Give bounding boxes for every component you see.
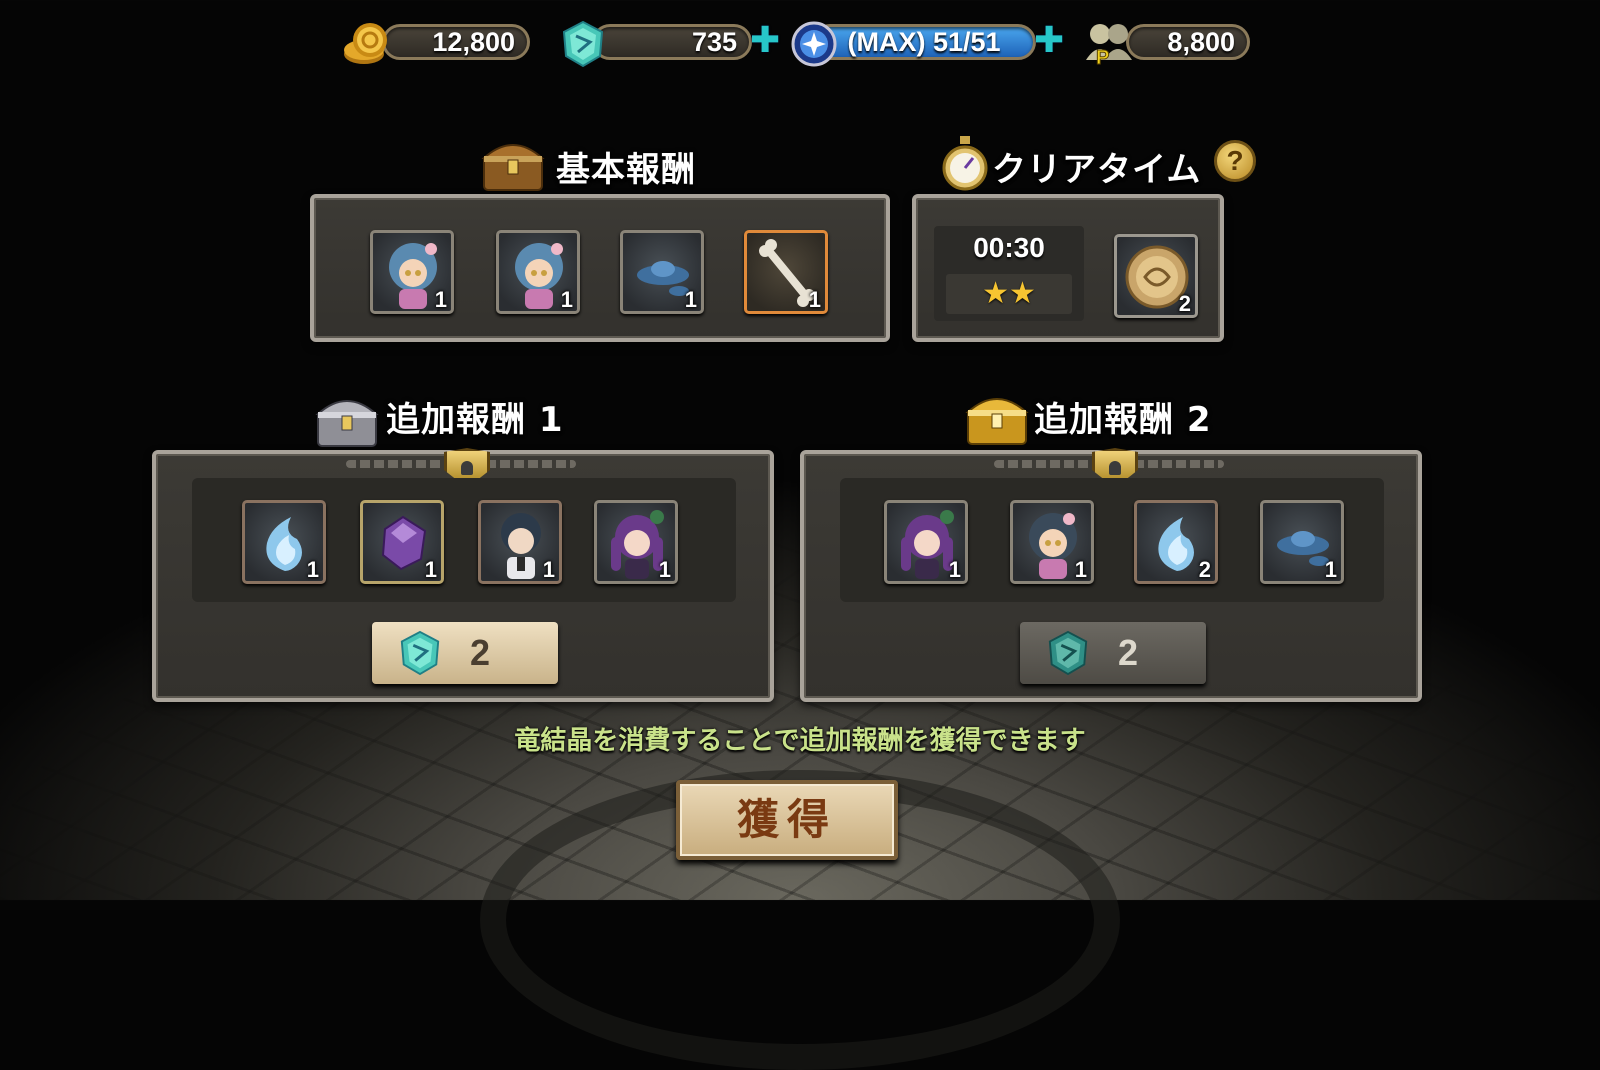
reward-slot[interactable]: 1 [884,500,968,584]
item-quantity: 1 [560,287,573,312]
clear-rank-stars: ★★ [946,274,1072,314]
gold-coins-icon [344,23,387,64]
acquire-button[interactable]: 獲得 [676,780,898,860]
reward-slot[interactable]: 1 [744,230,828,314]
extra-reward-2-panel: 1 1 2 1 2 [800,448,1422,702]
cost-value: 2 [469,632,491,673]
extra-reward-1-items: 1 1 1 1 [192,478,736,602]
reward-slot[interactable]: 1 [242,500,326,584]
basic-reward-title: 基本報酬 [556,150,696,190]
stamina-orb-icon [791,21,837,67]
points-value: 8,800 [1126,24,1250,60]
item-quantity: 1 [424,557,437,582]
info-message: 竜結晶を消費することで追加報酬を獲得できます [514,726,1086,756]
add-crystal-button[interactable]: ✚ [750,23,780,59]
stamina-counter: (MAX) 51/51 ✚ [790,20,1070,67]
extra-reward-1-cost-button[interactable]: 2 [372,622,558,684]
item-quantity: 1 [1324,557,1337,582]
clear-time-box: 00:30 ★★ [934,226,1084,321]
extra-reward-2-cost-button[interactable]: 2 [1020,622,1206,684]
crystal-value: 735 [592,24,752,60]
reward-slot[interactable]: 1 [1260,500,1344,584]
item-quantity: 1 [658,557,671,582]
extra-reward-1-title: 追加報酬 1 [386,400,564,440]
item-quantity: 1 [684,287,697,312]
points-counter: 8,800 P [1082,20,1252,68]
reward-slot[interactable]: 1 [360,500,444,584]
clear-time-panel: 00:30 ★★ 2 [912,194,1224,342]
stopwatch-icon [942,136,988,191]
add-stamina-button[interactable]: ✚ [1034,23,1064,59]
gold-chest-icon [965,398,1029,445]
clear-time-value: 00:30 [973,232,1045,263]
dragon-crystal-icon [562,20,604,68]
points-badge-text: P [1096,47,1109,68]
gold-counter: 12,800 [340,20,540,64]
reward-slot[interactable]: 2 [1114,234,1198,318]
dragon-crystal-icon [1048,630,1088,676]
item-quantity: 2 [1198,557,1211,582]
dragon-crystal-icon [400,630,440,676]
cost-value: 2 [1117,632,1139,673]
item-quantity: 1 [306,557,319,582]
extra-reward-2-title: 追加報酬 2 [1034,400,1212,440]
friend-points-icon: P [1086,24,1132,68]
item-quantity: 1 [434,287,447,312]
item-quantity: 1 [542,557,555,582]
reward-slot[interactable]: 1 [620,230,704,314]
help-button[interactable]: ? [1214,140,1256,182]
reward-slot[interactable]: 1 [478,500,562,584]
item-quantity: 1 [948,557,961,582]
item-quantity: 2 [1178,291,1191,316]
reward-slot[interactable]: 1 [1010,500,1094,584]
crystal-counter: 735 ✚ [560,20,790,68]
item-quantity: 1 [808,287,821,312]
extra-reward-2-items: 1 1 2 1 [840,478,1384,602]
reward-slot[interactable]: 1 [594,500,678,584]
treasure-chest-icon [481,144,545,191]
reward-slot[interactable]: 1 [370,230,454,314]
extra-reward-1-panel: 1 1 1 1 2 [152,448,774,702]
clear-time-title: クリアタイム [992,150,1202,190]
basic-reward-panel: 1 1 1 1 [310,194,890,342]
silver-chest-icon [315,400,379,447]
stamina-value: (MAX) 51/51 [812,24,1036,60]
item-quantity: 1 [1074,557,1087,582]
gold-value: 12,800 [382,24,530,60]
reward-slot[interactable]: 1 [496,230,580,314]
reward-slot[interactable]: 2 [1134,500,1218,584]
